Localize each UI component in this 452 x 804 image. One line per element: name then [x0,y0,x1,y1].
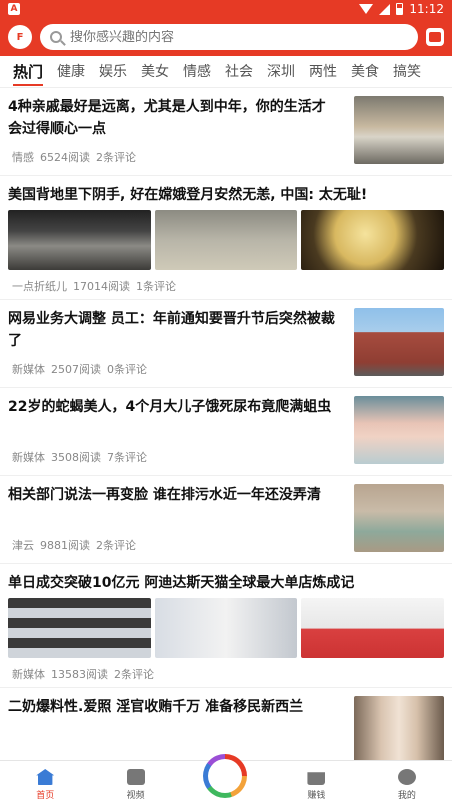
app-logo-icon[interactable]: F [8,25,32,49]
news-item[interactable]: 4种亲戚最好是远离，尤其是人到中年，你的生活才会过得顺心一点 情感 6524阅读… [0,88,452,176]
news-image-row [8,598,445,658]
news-item[interactable]: 22岁的蛇蝎美人，4个月大儿子饿死尿布竟爬满蛆虫 新媒体 3508阅读 7条评论 [0,388,452,476]
news-item[interactable]: 网易业务大调整 员工：年前通知要晋升节后突然被裁了 新媒体 2507阅读 0条评… [0,300,452,388]
search-input[interactable] [70,29,408,45]
news-thumbnail[interactable] [354,96,444,164]
news-meta: 新媒体 2507阅读 0条评论 [12,361,147,377]
news-item[interactable]: 二奶爆料性.爱照 淫官收贿千万 准备移民新西兰 [0,688,452,760]
news-thumbnail[interactable] [8,210,151,270]
tab-funny[interactable]: 搞笑 [386,56,428,87]
news-title[interactable]: 网易业务大调整 员工：年前通知要晋升节后突然被裁了 [8,308,338,352]
news-title[interactable]: 22岁的蛇蝎美人，4个月大儿子饿死尿布竟爬满蛆虫 [8,396,338,418]
nav-earn-label: 赚钱 [307,791,326,801]
tab-shenzhen[interactable]: 深圳 [260,56,302,87]
news-source: 津云 [12,539,34,552]
news-feed: 4种亲戚最好是远离，尤其是人到中年，你的生活才会过得顺心一点 情感 6524阅读… [0,88,452,760]
notification-icon: A [8,3,20,15]
tab-entertainment[interactable]: 娱乐 [92,56,134,87]
news-meta: 情感 6524阅读 2条评论 [12,149,136,165]
news-meta: 新媒体 13583阅读 2条评论 [8,666,444,682]
search-box[interactable] [40,24,418,50]
news-comments: 2条评论 [96,539,136,552]
news-comments: 2条评论 [114,668,154,681]
tab-society[interactable]: 社会 [218,56,260,87]
news-title[interactable]: 4种亲戚最好是远离，尤其是人到中年，你的生活才会过得顺心一点 [8,96,338,140]
news-title[interactable]: 二奶爆料性.爱照 淫官收贿千万 准备移民新西兰 [8,696,338,718]
news-thumbnail[interactable] [154,210,298,270]
news-thumbnail[interactable] [354,308,444,376]
nav-mine-label: 我的 [397,791,416,801]
news-item[interactable]: 单日成交突破10亿元 阿迪达斯天猫全球最大单店炼成记 新媒体 13583阅读 2… [0,564,452,688]
gift-icon[interactable] [426,28,444,46]
news-thumbnail[interactable] [354,484,444,552]
news-comments: 2条评论 [96,151,136,164]
news-meta: 津云 9881阅读 2条评论 [12,537,136,553]
news-source: 新媒体 [12,451,45,464]
news-thumbnail[interactable] [354,696,444,760]
news-reads: 3508阅读 [51,451,101,464]
news-source: 新媒体 [12,668,45,681]
news-reads: 13583阅读 [51,668,108,681]
news-thumbnail[interactable] [301,210,445,270]
news-thumbnail[interactable] [354,396,444,464]
nav-mine[interactable]: 我的 [362,761,452,804]
news-comments: 0条评论 [107,363,147,376]
status-bar: A 11:12 [0,0,452,18]
news-reads: 2507阅读 [51,363,101,376]
tab-food[interactable]: 美食 [344,56,386,87]
news-item[interactable]: 美国背地里下阴手, 好在嫦娥登月安然无恙, 中国: 太无耻! 一点折纸儿 170… [0,176,452,300]
news-reads: 9881阅读 [40,539,90,552]
user-icon [397,769,416,785]
wifi-icon [359,4,374,14]
news-comments: 1条评论 [136,280,176,293]
tab-health[interactable]: 健康 [50,56,92,87]
news-reads: 17014阅读 [73,280,130,293]
news-item[interactable]: 相关部门说法一再变脸 谁在排污水近一年还没弄清 津云 9881阅读 2条评论 [0,476,452,564]
nav-video-label: 视频 [126,791,145,801]
nav-home-label: 首页 [36,791,55,801]
signal-icon [379,3,391,15]
news-image-row [8,210,445,270]
news-thumbnail[interactable] [8,598,151,658]
nav-home[interactable]: 首页 [0,761,90,804]
tab-relationships[interactable]: 两性 [302,56,344,87]
video-icon [126,769,145,785]
news-comments: 7条评论 [107,451,147,464]
news-source: 新媒体 [12,363,45,376]
rainbow-center-button[interactable] [203,754,247,798]
news-thumbnail[interactable] [154,598,298,658]
news-title[interactable]: 单日成交突破10亿元 阿迪达斯天猫全球最大单店炼成记 [8,572,444,594]
news-title[interactable]: 相关部门说法一再变脸 谁在排污水近一年还没弄清 [8,484,338,506]
news-meta: 新媒体 3508阅读 7条评论 [12,449,147,465]
tab-beauty[interactable]: 美女 [134,56,176,87]
nav-earn[interactable]: 赚钱 [271,761,361,804]
news-source: 一点折纸儿 [12,280,67,293]
news-title[interactable]: 美国背地里下阴手, 好在嫦娥登月安然无恙, 中国: 太无耻! [8,184,444,206]
home-icon [36,769,55,785]
nav-video[interactable]: 视频 [90,761,180,804]
gift-box-icon [307,772,326,785]
clock: 11:12 [409,2,444,16]
category-tabs: 热门 健康 娱乐 美女 情感 社会 深圳 两性 美食 搞笑 [0,56,452,88]
news-reads: 6524阅读 [40,151,90,164]
top-bar: F [0,18,452,56]
search-icon [50,31,62,43]
news-thumbnail[interactable] [301,598,445,658]
tab-hot[interactable]: 热门 [6,56,50,87]
tab-emotion[interactable]: 情感 [176,56,218,87]
news-source: 情感 [12,151,34,164]
battery-icon [396,3,404,15]
news-meta: 一点折纸儿 17014阅读 1条评论 [8,278,444,294]
